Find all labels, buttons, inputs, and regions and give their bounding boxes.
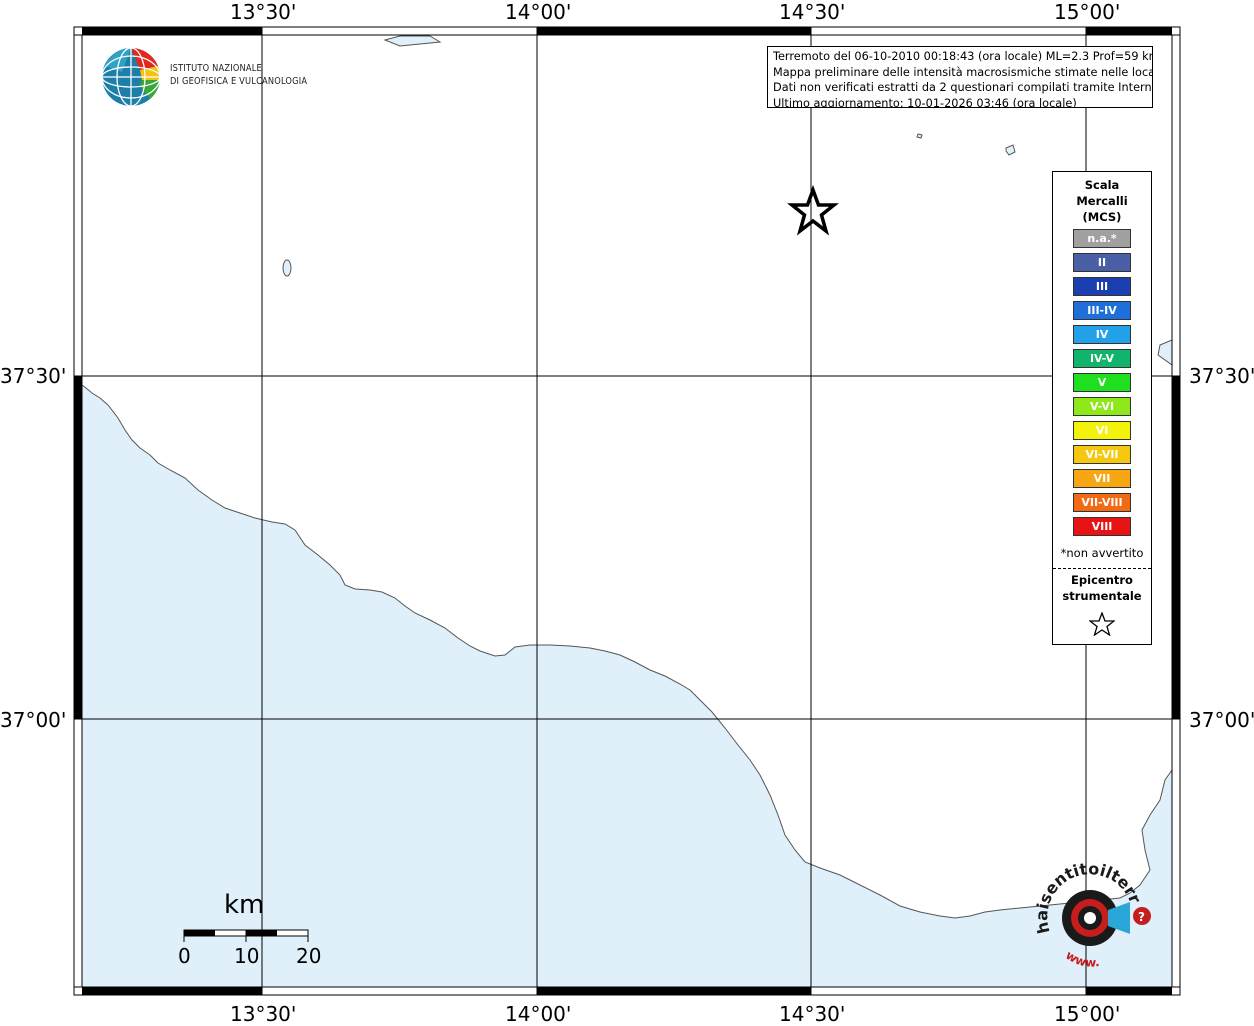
svg-text:?: ? bbox=[1138, 910, 1145, 924]
lon-label-top-2: 14°00' bbox=[505, 0, 572, 24]
frame-left bbox=[73, 34, 83, 988]
event-info-box: Terremoto del 06-10-2010 00:18:43 (ora l… bbox=[767, 46, 1153, 108]
frame-top bbox=[82, 26, 1172, 36]
scale-label-20: 20 bbox=[296, 944, 322, 968]
ingv-logo: ISTITUTO NAZIONALE DI GEOFISICA E VULCAN… bbox=[100, 46, 320, 110]
legend-title-line-3: (MCS) bbox=[1082, 210, 1122, 224]
lon-label-top-1: 13°30' bbox=[230, 0, 297, 24]
legend-swatch-vii: VII bbox=[1073, 469, 1131, 488]
legend-swatch-iv: IV bbox=[1073, 325, 1131, 344]
lon-label-bottom-2: 14°00' bbox=[505, 1002, 572, 1026]
hsi-logo-www: www. bbox=[1063, 948, 1100, 970]
info-line-3: Dati non verificati estratti da 2 questi… bbox=[773, 81, 1153, 94]
legend-swatch-vii-viii: VII-VIII bbox=[1073, 493, 1131, 512]
lon-label-bottom-1: 13°30' bbox=[230, 1002, 297, 1026]
frame-bottom bbox=[82, 986, 1172, 996]
legend-swatch-iii-iv: III-IV bbox=[1073, 301, 1131, 320]
legend-swatch-v: V bbox=[1073, 373, 1131, 392]
lon-label-bottom-4: 15°00' bbox=[1054, 1002, 1121, 1026]
legend-epicenter-line-1: Epicentro bbox=[1071, 573, 1133, 587]
scale-label-0: 0 bbox=[178, 944, 191, 968]
legend-epicenter-line-2: strumentale bbox=[1062, 589, 1142, 603]
island-small-1 bbox=[916, 133, 923, 139]
legend-swatch-iv-v: IV-V bbox=[1073, 349, 1131, 368]
info-line-1: Terremoto del 06-10-2010 00:18:43 (ora l… bbox=[773, 50, 1153, 63]
logo-line-2: DI GEOFISICA E VULCANOLOGIA bbox=[170, 76, 308, 87]
scale-unit: km bbox=[224, 890, 265, 920]
legend-swatch-viii: VIII bbox=[1073, 517, 1131, 536]
legend-swatch-iii: III bbox=[1073, 277, 1131, 296]
scale-bar: km 0 10 20 bbox=[170, 890, 330, 970]
lat-label-left-2: 37°00' bbox=[0, 708, 67, 732]
legend-swatch-ii: II bbox=[1073, 253, 1131, 272]
legend-divider bbox=[1053, 568, 1151, 569]
lon-label-top-3: 14°30' bbox=[779, 0, 846, 24]
legend-swatch-v-vi: V-VI bbox=[1073, 397, 1131, 416]
lat-label-right-2: 37°00' bbox=[1189, 708, 1254, 732]
lat-label-right-1: 37°30' bbox=[1189, 364, 1254, 388]
legend-epicenter-label: Epicentro strumentale bbox=[1053, 572, 1151, 604]
hsi-logo[interactable]: haisentitoilterremoto.it www. ? bbox=[1030, 862, 1154, 974]
legend-title: Scala Mercalli (MCS) bbox=[1053, 177, 1151, 225]
lon-label-top-4: 15°00' bbox=[1054, 0, 1121, 24]
ingv-globe-icon bbox=[101, 47, 161, 107]
legend-note: *non avvertito bbox=[1060, 546, 1144, 560]
lat-label-left-1: 37°30' bbox=[0, 364, 67, 388]
legend-swatch-vi: VI bbox=[1073, 421, 1131, 440]
legend-title-line-1: Scala bbox=[1084, 178, 1120, 192]
legend-title-line-2: Mercalli bbox=[1076, 194, 1128, 208]
legend-swatch-vi-vii: VI-VII bbox=[1073, 445, 1131, 464]
scale-label-10: 10 bbox=[234, 944, 260, 968]
island-ustica bbox=[282, 259, 292, 277]
legend-star-icon bbox=[1089, 612, 1115, 636]
info-line-4: Ultimo aggiornamento: 10-01-2026 03:46 (… bbox=[773, 96, 1077, 108]
logo-line-1: ISTITUTO NAZIONALE bbox=[170, 63, 262, 74]
scale-bar-graphic bbox=[183, 929, 309, 942]
info-line-2: Mappa preliminare delle intensità macros… bbox=[773, 65, 1153, 79]
frame-right bbox=[1171, 34, 1181, 988]
lon-label-bottom-3: 14°30' bbox=[779, 1002, 846, 1026]
legend-swatch-n-a: n.a.* bbox=[1073, 229, 1131, 248]
mcs-legend: Scala Mercalli (MCS) n.a.* II III III-IV IV I… bbox=[1052, 171, 1152, 645]
